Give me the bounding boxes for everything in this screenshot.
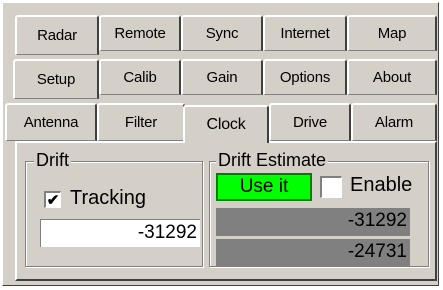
tab-internet[interactable]: Internet	[263, 15, 347, 51]
tab-about[interactable]: About	[347, 59, 437, 95]
tracking-label: Tracking	[70, 187, 146, 209]
tab-setup[interactable]: Setup	[13, 59, 99, 99]
drift-estimate-value-1: -31292	[216, 208, 410, 236]
clock-tab-panel: Drift ✔ Tracking -31292 Drift Estimate U…	[15, 141, 437, 281]
tab-antenna[interactable]: Antenna	[5, 103, 97, 141]
tab-map[interactable]: Map	[347, 15, 437, 51]
drift-estimate-group-title: Drift Estimate	[216, 150, 329, 170]
tab-drive[interactable]: Drive	[269, 103, 351, 141]
enable-label: Enable	[350, 174, 413, 196]
use-it-button[interactable]: Use it	[216, 173, 312, 201]
drift-group: Drift ✔ Tracking -31292	[25, 150, 203, 267]
tab-options[interactable]: Options	[263, 59, 347, 95]
drift-group-title: Drift	[34, 150, 71, 170]
drift-estimate-group: Drift Estimate Use it Enable -31292 -247…	[209, 150, 429, 267]
tab-clock[interactable]: Clock	[183, 105, 269, 143]
tab-sync[interactable]: Sync	[181, 15, 263, 51]
drift-value-field[interactable]: -31292	[40, 219, 200, 247]
tab-remote[interactable]: Remote	[99, 15, 181, 51]
tab-gain[interactable]: Gain	[181, 59, 263, 95]
tracking-checkbox[interactable]: ✔	[44, 191, 61, 208]
tab-calib[interactable]: Calib	[99, 59, 181, 95]
drift-estimate-value-2: -24731	[216, 239, 410, 267]
enable-checkbox[interactable]	[320, 176, 342, 198]
tab-filter[interactable]: Filter	[97, 103, 185, 141]
clock-settings-window: Radar Remote Sync Internet Map Setup Cal…	[2, 2, 439, 286]
tab-alarm[interactable]: Alarm	[351, 103, 437, 141]
tab-radar[interactable]: Radar	[15, 15, 99, 55]
